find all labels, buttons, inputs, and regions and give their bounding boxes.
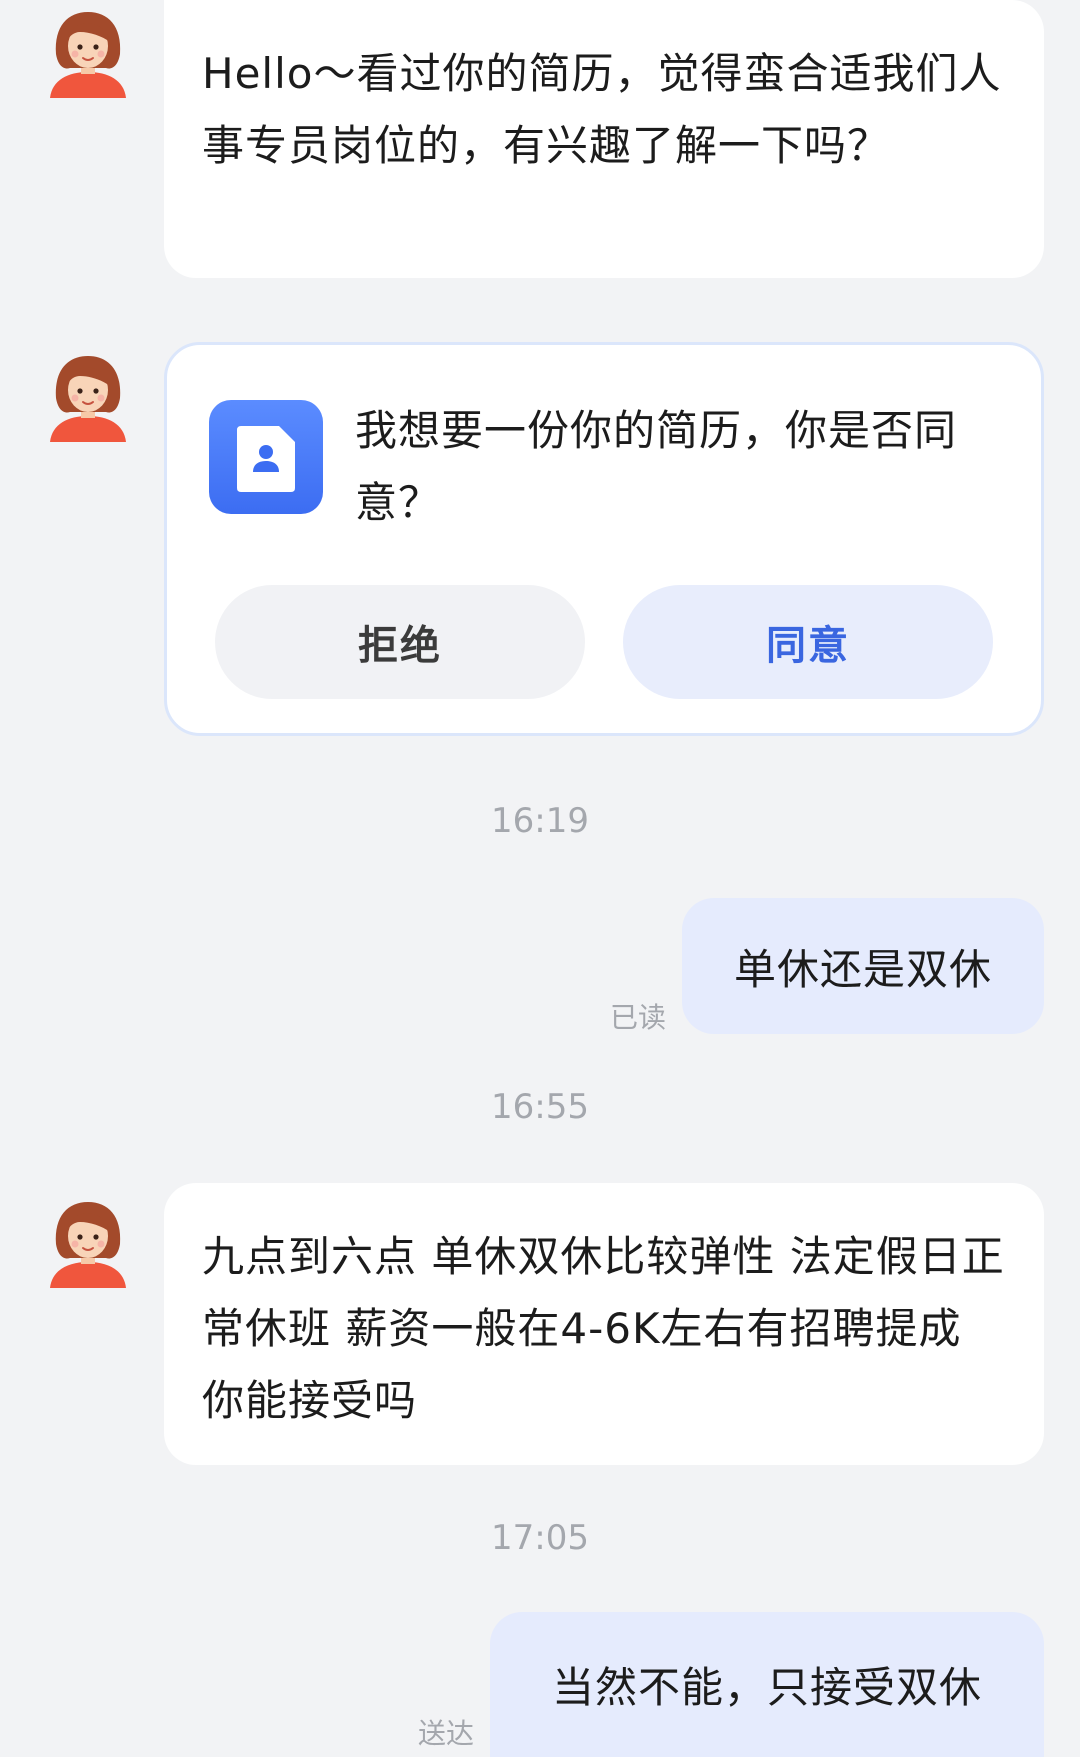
girl-avatar-icon xyxy=(40,2,136,98)
timestamp: 17:05 xyxy=(491,1518,589,1558)
outgoing-message-bubble: 单休还是双休 xyxy=(682,898,1044,1034)
timestamp: 16:19 xyxy=(491,801,589,841)
message-text: 当然不能，只接受双休 xyxy=(551,1663,982,1712)
contact-avatar[interactable] xyxy=(40,2,136,98)
contact-avatar[interactable] xyxy=(40,346,136,442)
read-status: 已读 xyxy=(610,1001,667,1034)
incoming-message-bubble: 九点到六点 单休双休比较弹性 法定假日正常休班 薪资一般在4-6K左右有招聘提成… xyxy=(164,1183,1044,1465)
reject-button[interactable]: 拒绝 xyxy=(215,585,585,699)
incoming-message-bubble: Hello～看过你的简历，觉得蛮合适我们人事专员岗位的，有兴趣了解一下吗？ xyxy=(164,0,1044,278)
card-message-text: 我想要一份你的简历，你是否同意？ xyxy=(355,406,958,527)
outgoing-message-bubble: 当然不能，只接受双休 xyxy=(490,1612,1044,1757)
delivery-status: 送达 xyxy=(418,1717,475,1750)
resume-document-icon xyxy=(209,400,323,514)
message-text: 九点到六点 单休双休比较弹性 法定假日正常休班 薪资一般在4-6K左右有招聘提成… xyxy=(202,1232,1005,1425)
contact-avatar[interactable] xyxy=(40,1192,136,1288)
message-text: 单休还是双休 xyxy=(733,944,992,994)
resume-request-card: 我想要一份你的简历，你是否同意？ 拒绝 同意 xyxy=(164,342,1044,736)
girl-avatar-icon xyxy=(40,1192,136,1288)
girl-avatar-icon xyxy=(40,346,136,442)
timestamp: 16:55 xyxy=(491,1087,589,1127)
message-text: Hello～看过你的简历，觉得蛮合适我们人事专员岗位的，有兴趣了解一下吗？ xyxy=(202,49,1002,170)
agree-button[interactable]: 同意 xyxy=(623,585,993,699)
